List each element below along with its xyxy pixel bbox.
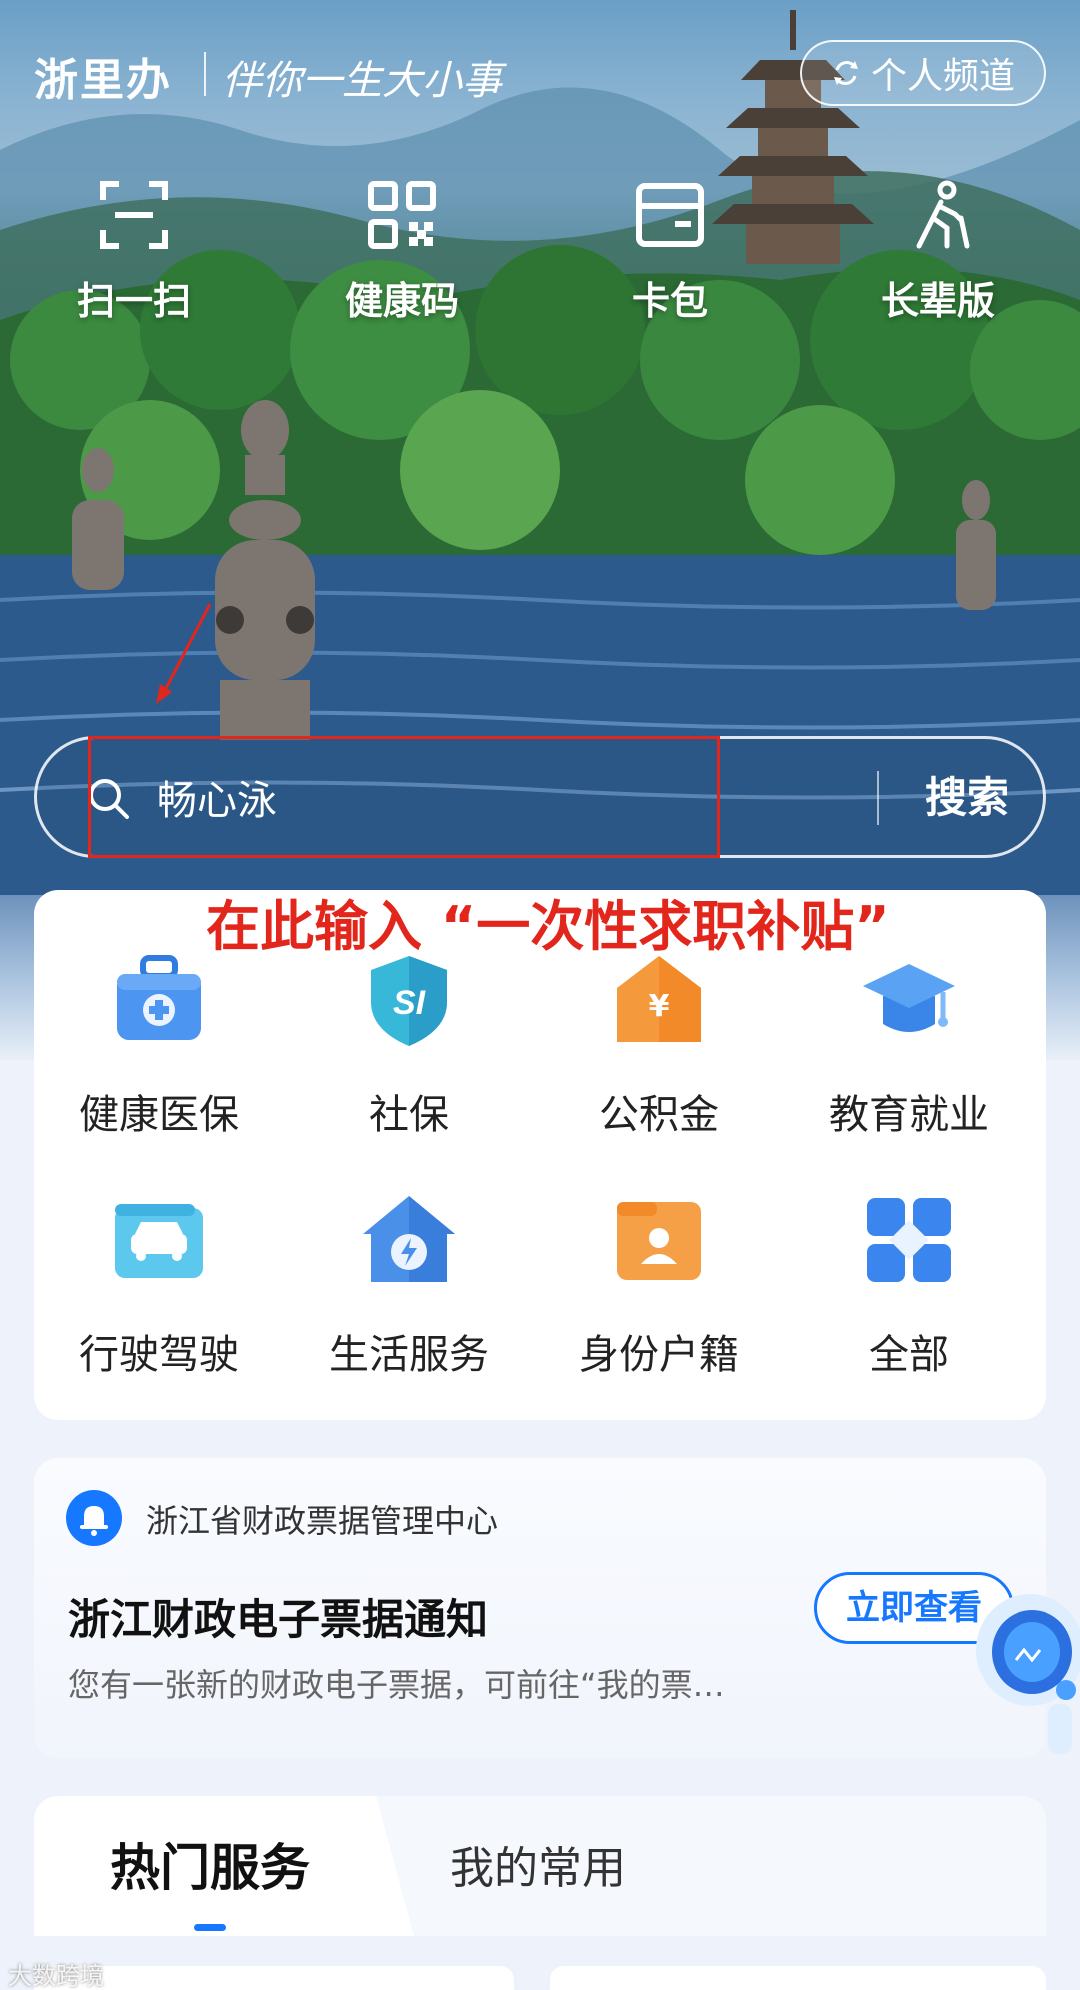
- service-social-security[interactable]: SI 社保: [284, 950, 534, 1150]
- notice-body: 您有一张新的财政电子票据，可前往“我的票…: [68, 1666, 725, 1704]
- annotation-arrow-icon: [156, 603, 212, 704]
- personal-channel-label: 个人频道: [870, 56, 1015, 97]
- medical-kit-icon: [117, 955, 201, 1040]
- switch-icon: [833, 61, 858, 85]
- qr-code-icon: [368, 181, 436, 249]
- home-power-icon: [363, 1196, 455, 1282]
- quick-tool-card-wallet[interactable]: 卡包: [570, 178, 770, 338]
- service-life-services[interactable]: 生活服务: [284, 1190, 534, 1390]
- search-divider: [877, 771, 879, 825]
- quick-tool-scan[interactable]: 扫一扫: [34, 178, 234, 338]
- service-label: 教育就业: [829, 1092, 989, 1138]
- search-button[interactable]: 搜索: [907, 765, 1027, 831]
- tab-hot-services[interactable]: 热门服务: [110, 1828, 310, 1900]
- notice-card[interactable]: 浙江省财政票据管理中心 浙江财政电子票据通知 您有一张新的财政电子票据，可前往“…: [34, 1458, 1046, 1758]
- service-education-employment[interactable]: 教育就业: [784, 950, 1034, 1150]
- card-wallet-icon: [636, 183, 704, 247]
- service-label: 社保: [369, 1092, 449, 1138]
- service-identity-household[interactable]: 身份户籍: [534, 1190, 784, 1390]
- personal-channel-button[interactable]: 个人频道: [800, 40, 1046, 106]
- id-profile-icon: [617, 1202, 701, 1280]
- service-tabs: 热门服务 我的常用: [34, 1796, 1046, 1990]
- quick-tool-label: 长辈版: [880, 279, 995, 323]
- service-label: 公积金: [599, 1092, 719, 1138]
- brand-divider: [204, 52, 206, 96]
- services-card: 健康医保 SI 社保 ¥ 公积金 教育就业 行驶驾驶 生活服务 身份户籍 全部: [34, 890, 1046, 1420]
- scan-icon: [100, 181, 168, 249]
- service-card-preview: [34, 1966, 514, 1990]
- service-health-insurance[interactable]: 健康医保: [34, 950, 284, 1150]
- service-housing-fund[interactable]: ¥ 公积金: [534, 950, 784, 1150]
- quick-tool-label: 卡包: [631, 279, 708, 323]
- service-label: 行驶驾驶: [79, 1332, 239, 1378]
- brand-logo: 浙里办: [34, 55, 172, 106]
- quick-tool-elder-mode[interactable]: 长辈版: [838, 178, 1038, 338]
- active-tab-indicator: [194, 1924, 226, 1931]
- service-card-preview: [550, 1966, 1046, 1990]
- watermark: 大数跨境: [8, 1962, 104, 1990]
- annotation-highlight-box: [88, 736, 720, 858]
- quick-tool-health-code[interactable]: 健康码: [302, 178, 502, 338]
- service-label: 全部: [869, 1332, 949, 1378]
- quick-tool-label: 健康码: [344, 279, 459, 323]
- car-icon: [115, 1204, 203, 1278]
- quick-tool-label: 扫一扫: [76, 279, 191, 323]
- annotation-text: 在此输入 “一次性求职补贴”: [206, 895, 890, 958]
- social-security-shield-icon: SI: [371, 956, 447, 1046]
- notice-source: 浙江省财政票据管理中心: [146, 1502, 499, 1540]
- elder-mode-icon: [916, 180, 970, 249]
- service-label: 生活服务: [329, 1332, 489, 1378]
- housing-fund-icon: ¥: [617, 956, 701, 1042]
- robot-assistant-icon[interactable]: [960, 1580, 1080, 1780]
- svg-text:¥: ¥: [649, 989, 670, 1024]
- graduation-cap-icon: [863, 964, 955, 1032]
- bell-icon: [66, 1490, 122, 1546]
- service-label: 身份户籍: [579, 1332, 739, 1378]
- brand-slogan: 伴你一生大小事: [222, 58, 502, 104]
- notice-title: 浙江财政电子票据通知: [68, 1595, 489, 1644]
- tab-my-common[interactable]: 我的常用: [450, 1832, 626, 1896]
- all-grid-icon: [867, 1198, 951, 1282]
- service-driving[interactable]: 行驶驾驶: [34, 1190, 284, 1390]
- service-all[interactable]: 全部: [784, 1190, 1034, 1390]
- svg-text:SI: SI: [393, 984, 427, 1022]
- service-label: 健康医保: [79, 1092, 239, 1138]
